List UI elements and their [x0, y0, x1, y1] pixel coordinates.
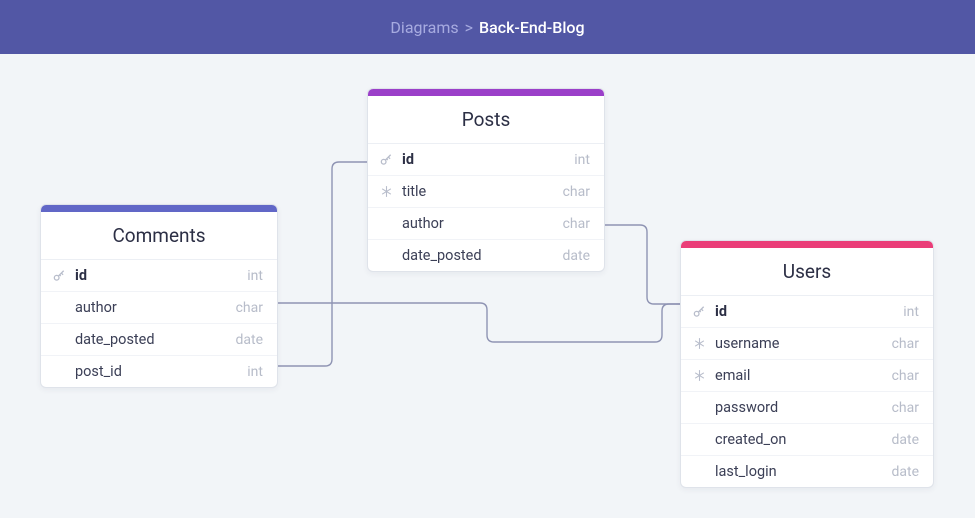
field-type: date	[562, 248, 590, 264]
field-row[interactable]: title char	[368, 176, 604, 208]
field-name: author	[402, 215, 444, 232]
field-row[interactable]: id int	[681, 296, 933, 328]
key-icon	[378, 153, 394, 167]
key-icon	[51, 269, 67, 283]
field-type: date	[891, 432, 919, 448]
field-name: last_login	[715, 463, 777, 480]
field-name: author	[75, 299, 117, 316]
field-type: int	[247, 268, 263, 284]
breadcrumb-root[interactable]: Diagrams	[390, 18, 458, 37]
field-name: id	[715, 303, 727, 320]
table-fields: id int title char author char date_posted date	[368, 144, 604, 271]
field-row[interactable]: id int	[368, 144, 604, 176]
table-title: Posts	[368, 96, 604, 144]
field-name: created_on	[715, 431, 786, 448]
field-type: char	[236, 300, 263, 316]
field-type: int	[903, 304, 919, 320]
table-title: Comments	[41, 212, 277, 260]
connector-comments-posts	[278, 162, 367, 366]
connector-comments-users	[278, 303, 680, 342]
field-row[interactable]: password char	[681, 392, 933, 424]
diagram-canvas[interactable]: Comments idintauthorchardate_posteddatep…	[0, 54, 975, 518]
field-name: id	[402, 151, 414, 168]
breadcrumb-separator: >	[465, 18, 473, 37]
table-title: Users	[681, 248, 933, 296]
table-stripe	[681, 241, 933, 248]
field-row[interactable]: post_id int	[41, 356, 277, 387]
field-name: email	[715, 367, 750, 384]
field-row[interactable]: email char	[681, 360, 933, 392]
table-stripe	[41, 205, 277, 212]
snowflake-icon	[378, 185, 394, 198]
field-row[interactable]: id int	[41, 260, 277, 292]
field-name: post_id	[75, 363, 122, 380]
table-posts[interactable]: Posts id int title char author char date_poste…	[367, 88, 605, 272]
table-users[interactable]: Users idintusernamecharemailcharpassword…	[680, 240, 934, 488]
table-stripe	[368, 89, 604, 96]
field-name: title	[402, 183, 426, 200]
field-type: int	[247, 364, 263, 380]
field-name: id	[75, 267, 87, 284]
field-row[interactable]: author char	[368, 208, 604, 240]
field-name: username	[715, 335, 779, 352]
field-row[interactable]: username char	[681, 328, 933, 360]
breadcrumb-current: Back-End-Blog	[479, 18, 585, 37]
field-row[interactable]: created_on date	[681, 424, 933, 456]
table-fields: id int username char email char password char cr…	[681, 296, 933, 487]
field-row[interactable]: date_posted date	[41, 324, 277, 356]
field-row[interactable]: date_posted date	[368, 240, 604, 271]
field-type: char	[563, 216, 590, 232]
field-type: char	[563, 184, 590, 200]
table-fields: id int author char date_posted date post_id int	[41, 260, 277, 387]
field-type: date	[235, 332, 263, 348]
breadcrumb-bar: Diagrams > Back-End-Blog	[0, 0, 975, 54]
snowflake-icon	[691, 369, 707, 382]
key-icon	[691, 305, 707, 319]
field-type: int	[574, 152, 590, 168]
field-type: char	[892, 368, 919, 384]
snowflake-icon	[691, 337, 707, 350]
field-type: date	[891, 464, 919, 480]
field-name: date_posted	[75, 331, 155, 348]
field-name: password	[715, 399, 778, 416]
field-name: date_posted	[402, 247, 482, 264]
table-comments[interactable]: Comments id int author char date_posted date p…	[40, 204, 278, 388]
field-row[interactable]: last_login date	[681, 456, 933, 487]
connector-posts-users	[605, 225, 680, 304]
field-row[interactable]: author char	[41, 292, 277, 324]
field-type: char	[892, 336, 919, 352]
field-type: char	[892, 400, 919, 416]
